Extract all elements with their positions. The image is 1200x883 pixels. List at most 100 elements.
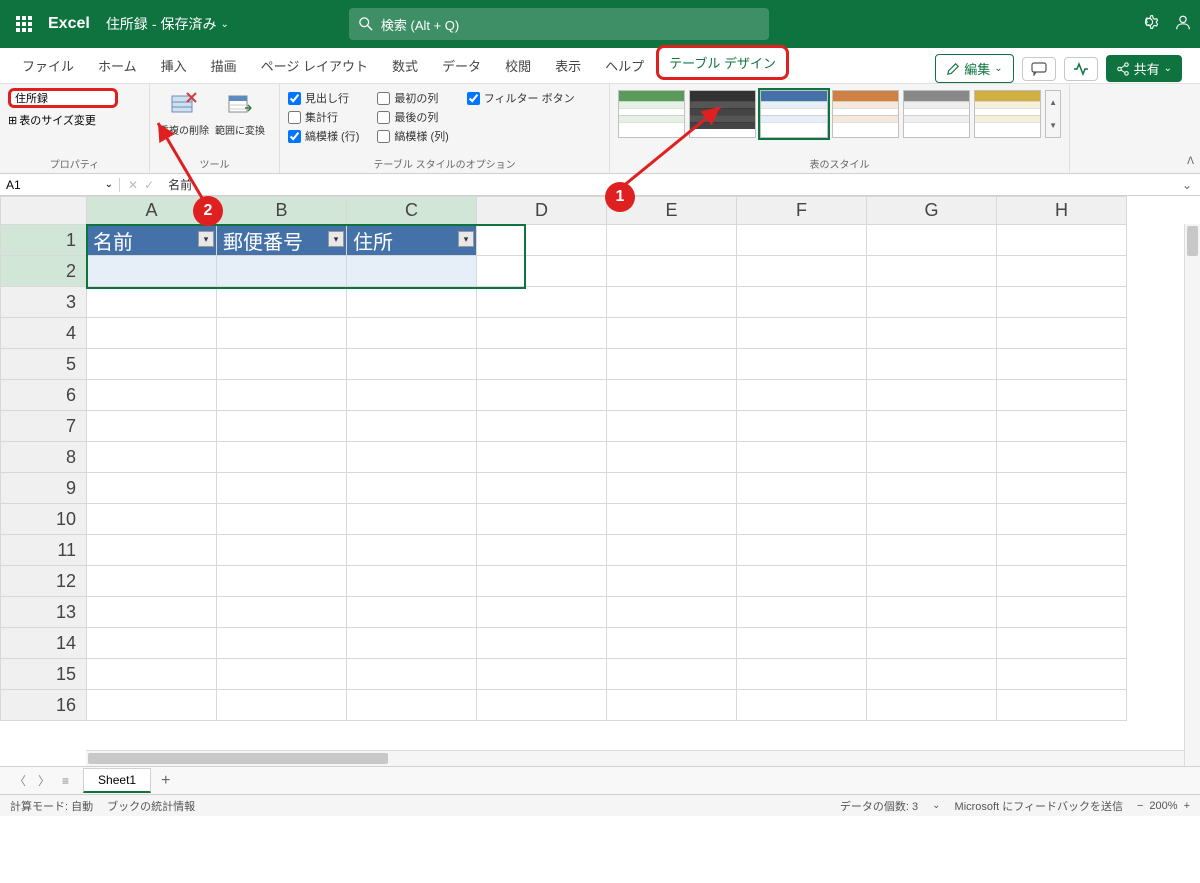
cell[interactable] xyxy=(87,411,217,442)
cell[interactable] xyxy=(607,628,737,659)
cell-A1[interactable]: 名前▾ xyxy=(87,225,217,256)
row-header-1[interactable]: 1 xyxy=(1,225,87,256)
cell[interactable] xyxy=(997,535,1127,566)
col-header-D[interactable]: D xyxy=(477,197,607,225)
cell[interactable] xyxy=(347,628,477,659)
cell[interactable] xyxy=(997,628,1127,659)
cell[interactable] xyxy=(737,504,867,535)
cell[interactable] xyxy=(867,566,997,597)
search-box[interactable]: 検索 (Alt + Q) xyxy=(349,8,769,40)
cell[interactable] xyxy=(867,628,997,659)
cell[interactable] xyxy=(997,349,1127,380)
cell[interactable] xyxy=(477,318,607,349)
cell[interactable] xyxy=(997,411,1127,442)
cell[interactable] xyxy=(737,287,867,318)
cell[interactable] xyxy=(87,380,217,411)
workbook-stats-label[interactable]: ブックの統計情報 xyxy=(107,798,195,814)
cell[interactable] xyxy=(217,318,347,349)
opt-header-row[interactable]: 見出し行 xyxy=(288,90,359,106)
row-header-5[interactable]: 5 xyxy=(1,349,87,380)
cell[interactable] xyxy=(217,535,347,566)
cell[interactable] xyxy=(737,659,867,690)
cell-A2[interactable] xyxy=(87,256,217,287)
col-header-B[interactable]: B xyxy=(217,197,347,225)
cell[interactable] xyxy=(997,318,1127,349)
table-style-3[interactable] xyxy=(760,90,827,138)
cell[interactable] xyxy=(347,411,477,442)
tab-layout[interactable]: ページ レイアウト xyxy=(249,48,380,83)
cell[interactable] xyxy=(607,597,737,628)
cell[interactable] xyxy=(607,504,737,535)
ribbon-collapse-icon[interactable]: ᐱ xyxy=(1187,156,1194,167)
cell[interactable] xyxy=(607,659,737,690)
cell[interactable] xyxy=(737,318,867,349)
cell-B1[interactable]: 郵便番号▾ xyxy=(217,225,347,256)
col-header-C[interactable]: C xyxy=(347,197,477,225)
opt-filter-button[interactable]: フィルター ボタン xyxy=(467,90,575,106)
row-header-6[interactable]: 6 xyxy=(1,380,87,411)
cell[interactable] xyxy=(607,256,737,287)
tab-table-design[interactable]: テーブル デザイン xyxy=(656,45,789,80)
cell[interactable] xyxy=(87,690,217,721)
cancel-icon[interactable]: ✕ xyxy=(128,178,138,192)
app-launcher-icon[interactable] xyxy=(8,8,40,40)
cell[interactable] xyxy=(217,473,347,504)
cell[interactable] xyxy=(867,380,997,411)
add-sheet-button[interactable]: + xyxy=(151,772,180,790)
cell[interactable] xyxy=(347,318,477,349)
col-header-H[interactable]: H xyxy=(997,197,1127,225)
tab-home[interactable]: ホーム xyxy=(86,48,149,83)
horizontal-scrollbar[interactable] xyxy=(86,750,1184,766)
cell[interactable] xyxy=(217,411,347,442)
settings-icon[interactable] xyxy=(1140,13,1158,36)
filter-dropdown-icon[interactable]: ▾ xyxy=(458,231,474,247)
select-all-corner[interactable] xyxy=(1,197,87,225)
cell[interactable] xyxy=(997,597,1127,628)
cell[interactable] xyxy=(867,690,997,721)
row-header-15[interactable]: 15 xyxy=(1,659,87,690)
cell[interactable] xyxy=(477,566,607,597)
cell[interactable] xyxy=(87,473,217,504)
cell[interactable] xyxy=(87,628,217,659)
cell[interactable] xyxy=(347,380,477,411)
comments-button[interactable] xyxy=(1022,57,1056,81)
row-header-8[interactable]: 8 xyxy=(1,442,87,473)
sheet-nav-prev-icon[interactable]: 〈 xyxy=(8,772,32,789)
cell[interactable] xyxy=(607,318,737,349)
feedback-link[interactable]: Microsoft にフィードバックを送信 xyxy=(955,798,1123,814)
cell[interactable] xyxy=(217,349,347,380)
cell[interactable] xyxy=(87,535,217,566)
cell[interactable] xyxy=(997,256,1127,287)
cell[interactable] xyxy=(87,597,217,628)
chevron-down-icon[interactable]: ⌄ xyxy=(932,800,940,811)
account-icon[interactable] xyxy=(1174,13,1192,36)
cell[interactable] xyxy=(867,225,997,256)
cell[interactable] xyxy=(87,287,217,318)
tab-help[interactable]: ヘルプ xyxy=(593,48,656,83)
cell-C2[interactable] xyxy=(347,256,477,287)
cell[interactable] xyxy=(867,318,997,349)
cell[interactable] xyxy=(87,659,217,690)
cell[interactable] xyxy=(997,473,1127,504)
cell[interactable] xyxy=(867,535,997,566)
cell[interactable] xyxy=(477,380,607,411)
cell[interactable] xyxy=(347,690,477,721)
cell[interactable] xyxy=(217,628,347,659)
cell[interactable] xyxy=(737,473,867,504)
edit-mode-button[interactable]: 編集 ⌄ xyxy=(935,54,1013,83)
cell[interactable] xyxy=(217,690,347,721)
col-header-G[interactable]: G xyxy=(867,197,997,225)
cell[interactable] xyxy=(997,566,1127,597)
cell[interactable] xyxy=(607,566,737,597)
cell[interactable] xyxy=(867,411,997,442)
cell[interactable] xyxy=(217,566,347,597)
row-header-4[interactable]: 4 xyxy=(1,318,87,349)
tab-data[interactable]: データ xyxy=(430,48,493,83)
cell[interactable] xyxy=(217,659,347,690)
tab-insert[interactable]: 挿入 xyxy=(149,48,199,83)
cell[interactable] xyxy=(867,504,997,535)
cell[interactable] xyxy=(607,442,737,473)
tab-view[interactable]: 表示 xyxy=(543,48,593,83)
cell[interactable] xyxy=(607,535,737,566)
cell[interactable] xyxy=(997,690,1127,721)
